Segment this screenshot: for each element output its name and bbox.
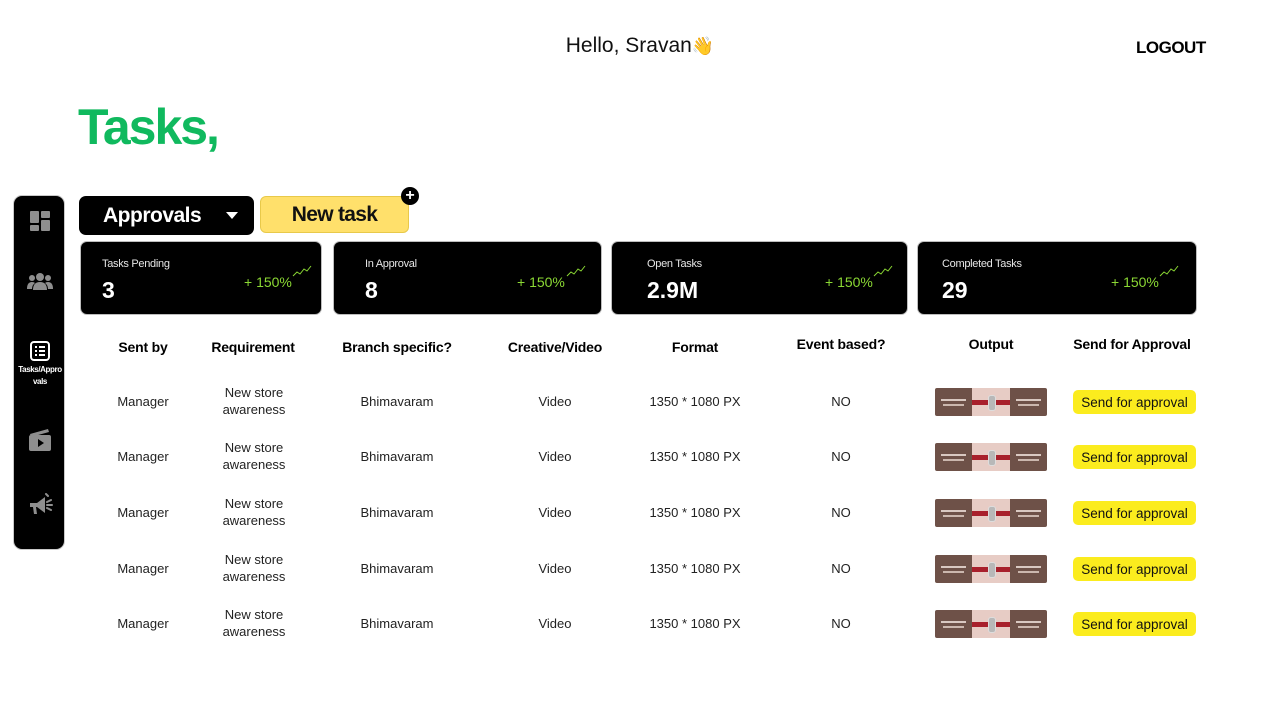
stat-label: Completed Tasks [942, 258, 1022, 270]
cell-event-based: NO [831, 504, 851, 520]
stat-label: Tasks Pending [102, 258, 170, 270]
cell-sent-by: Manager [117, 448, 169, 464]
cell-requirement: New store awareness [222, 607, 286, 639]
send-for-approval-button[interactable]: Send for approval [1073, 557, 1196, 581]
cell-event-based: NO [831, 448, 851, 464]
stat-value: 2.9M [647, 277, 699, 303]
cell-requirement: New store awareness [222, 385, 286, 417]
trend-sparkline-icon [292, 265, 312, 277]
cell-requirement: New store awareness [222, 440, 286, 472]
cell-event-based: NO [831, 560, 851, 576]
output-thumbnail[interactable] [935, 555, 1047, 583]
trend-sparkline-icon [873, 265, 893, 277]
sidebar-item-dashboard[interactable] [14, 210, 66, 232]
greeting-text: Hello, Sravan [565, 34, 692, 57]
output-thumbnail[interactable] [935, 443, 1047, 471]
task-list-icon [30, 341, 50, 361]
column-header-output: Output [968, 336, 1014, 352]
stat-label: In Approval [365, 258, 417, 270]
greeting: Hello, Sravan👋 [0, 34, 1280, 58]
trend-sparkline-icon [566, 265, 586, 277]
cell-format: 1350 * 1080 PX [649, 504, 741, 520]
dashboard-icon [30, 211, 50, 231]
cell-branch: Bhimavaram [360, 448, 434, 464]
column-header-sent-by: Sent by [118, 339, 168, 355]
cell-branch: Bhimavaram [360, 615, 434, 631]
stat-card-tasks-pending: Tasks Pending 3 + 150% [80, 241, 322, 315]
sidebar-item-users[interactable] [14, 271, 66, 291]
stat-delta: + 150% [825, 274, 873, 290]
table-row: Manager New store awareness Bhimavaram V… [0, 381, 1280, 421]
cell-type: Video [538, 393, 572, 409]
table-row: Manager New store awareness Bhimavaram V… [0, 548, 1280, 588]
cell-sent-by: Manager [117, 615, 169, 631]
stat-card-completed-tasks: Completed Tasks 29 + 150% [917, 241, 1197, 315]
cell-format: 1350 * 1080 PX [649, 448, 741, 464]
stat-value: 29 [942, 277, 968, 303]
stat-card-in-approval: In Approval 8 + 150% [333, 241, 602, 315]
column-header-creative-video: Creative/Video [507, 339, 603, 355]
cell-branch: Bhimavaram [360, 504, 434, 520]
stat-card-open-tasks: Open Tasks 2.9M + 150% [611, 241, 908, 315]
cell-format: 1350 * 1080 PX [649, 615, 741, 631]
cell-event-based: NO [831, 393, 851, 409]
new-task-button[interactable]: New task [260, 196, 409, 233]
column-header-requirement: Requirement [211, 339, 295, 355]
send-for-approval-button[interactable]: Send for approval [1073, 390, 1196, 414]
cell-branch: Bhimavaram [360, 393, 434, 409]
caret-down-icon [226, 212, 238, 219]
cell-type: Video [538, 560, 572, 576]
table-row: Manager New store awareness Bhimavaram V… [0, 603, 1280, 643]
column-header-branch-specific: Branch specific? [342, 339, 452, 355]
table-row: Manager New store awareness Bhimavaram V… [0, 436, 1280, 476]
trend-sparkline-icon [1159, 265, 1179, 277]
column-header-event-based: Event based? [796, 336, 886, 352]
approvals-dropdown[interactable]: Approvals [79, 196, 254, 235]
users-icon [27, 273, 53, 290]
plus-icon[interactable]: + [401, 187, 419, 205]
stat-delta: + 150% [1111, 274, 1159, 290]
column-header-format: Format [671, 339, 719, 355]
cell-branch: Bhimavaram [360, 560, 434, 576]
cell-format: 1350 * 1080 PX [649, 560, 741, 576]
table-row: Manager New store awareness Bhimavaram V… [0, 492, 1280, 532]
dropdown-value: Approvals [103, 203, 202, 227]
cell-sent-by: Manager [117, 560, 169, 576]
cell-type: Video [538, 615, 572, 631]
column-header-send-for-approval: Send for Approval [1073, 336, 1191, 352]
stat-delta: + 150% [244, 274, 292, 290]
cell-type: Video [538, 504, 572, 520]
output-thumbnail[interactable] [935, 499, 1047, 527]
cell-type: Video [538, 448, 572, 464]
cell-format: 1350 * 1080 PX [649, 393, 741, 409]
stat-value: 3 [102, 277, 115, 303]
send-for-approval-button[interactable]: Send for approval [1073, 501, 1196, 525]
stat-delta: + 150% [517, 274, 565, 290]
send-for-approval-button[interactable]: Send for approval [1073, 445, 1196, 469]
send-for-approval-button[interactable]: Send for approval [1073, 612, 1196, 636]
stat-value: 8 [365, 277, 378, 303]
cell-requirement: New store awareness [222, 496, 286, 528]
cell-sent-by: Manager [117, 504, 169, 520]
output-thumbnail[interactable] [935, 388, 1047, 416]
wave-emoji-icon: 👋 [691, 36, 715, 56]
cell-event-based: NO [831, 615, 851, 631]
cell-requirement: New store awareness [222, 552, 286, 584]
logout-button[interactable]: LOGOUT [1136, 38, 1206, 58]
output-thumbnail[interactable] [935, 610, 1047, 638]
page-title: Tasks, [78, 99, 220, 155]
stat-label: Open Tasks [647, 258, 702, 270]
cell-sent-by: Manager [117, 393, 169, 409]
